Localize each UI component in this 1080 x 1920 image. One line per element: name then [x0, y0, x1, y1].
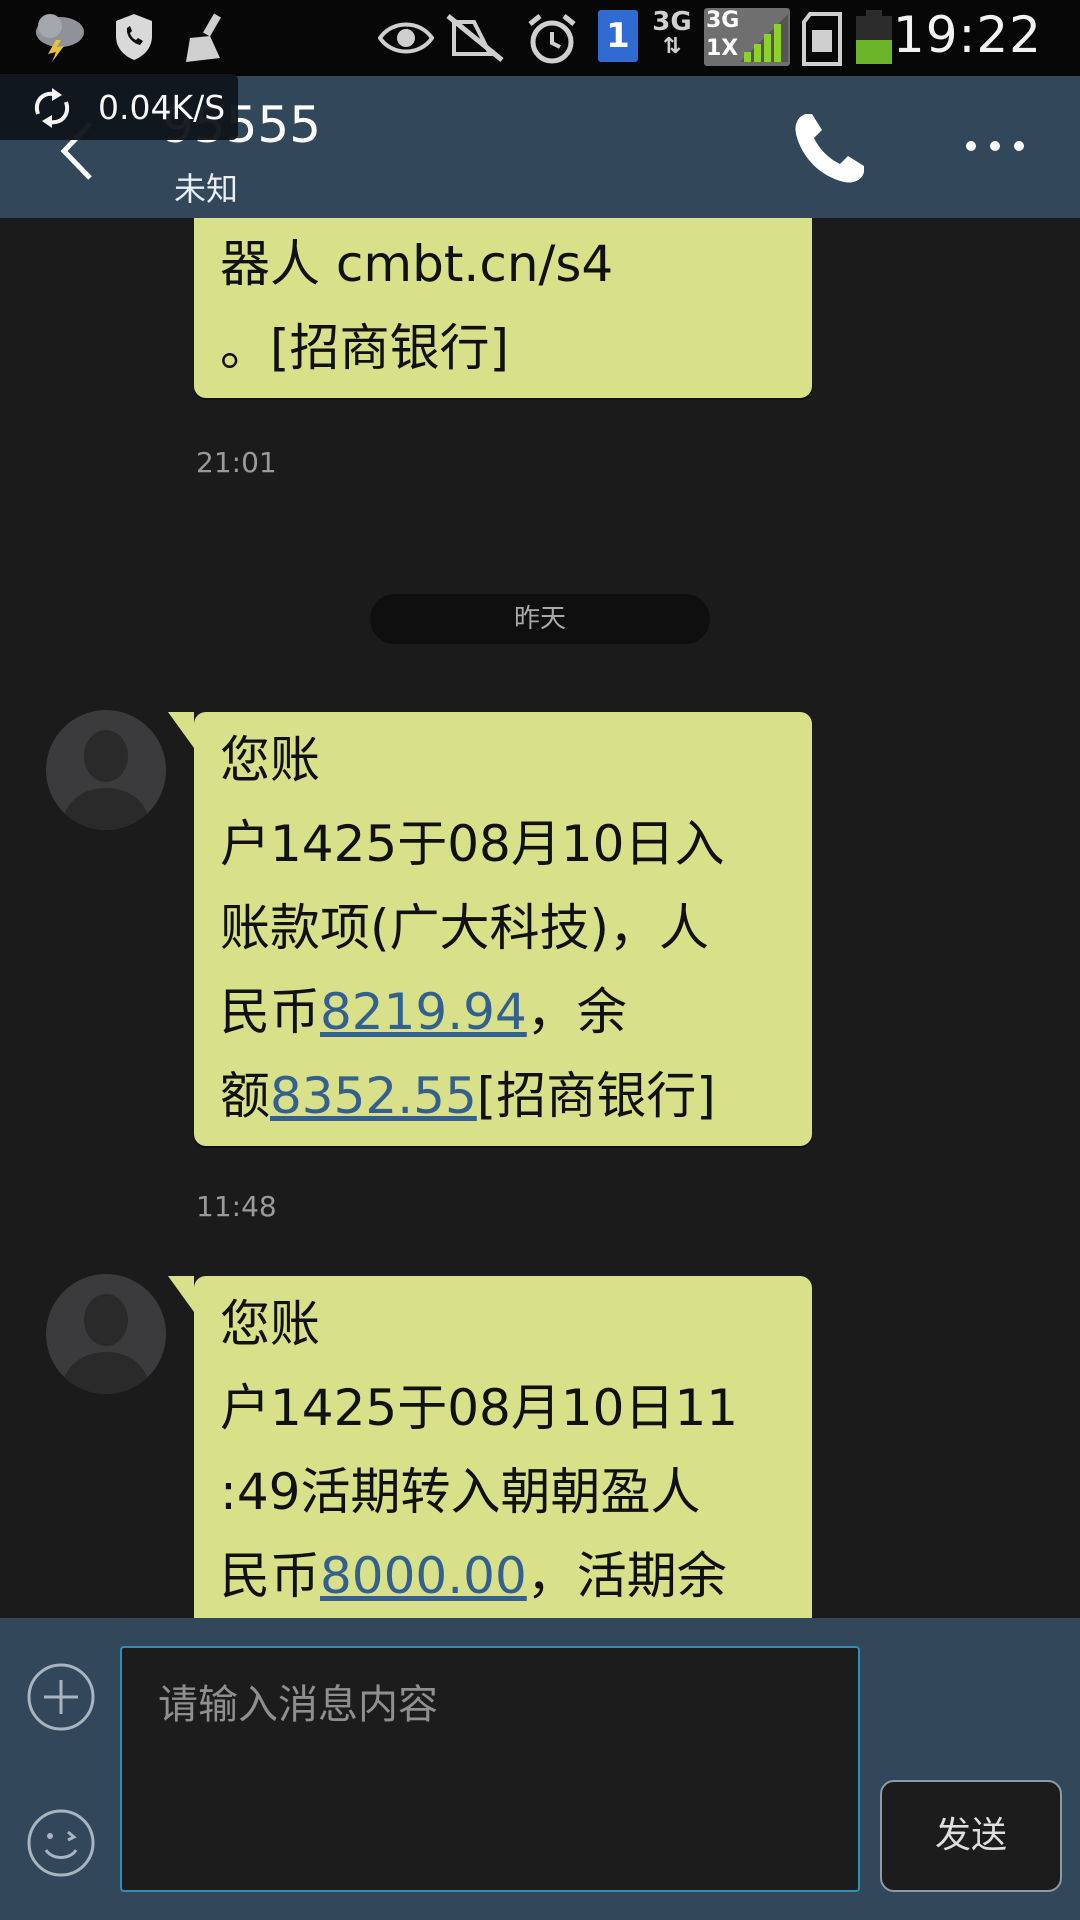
- message-line: 额8352.55[招商银行]: [220, 1054, 786, 1138]
- message-line: 器人 cmbt.cn/s4: [220, 235, 614, 293]
- composer-bar: 请输入消息内容 发送: [0, 1618, 1080, 1920]
- send-button[interactable]: 发送: [880, 1780, 1062, 1892]
- up-down-arrows-icon: ⇅: [662, 34, 682, 59]
- call-button[interactable]: [790, 108, 870, 188]
- status-bar: 1 3G ⇅ 3G 1X 19:22: [0, 0, 1080, 76]
- weather-storm-icon: [36, 14, 84, 62]
- sim-card-icon: 1: [598, 10, 638, 62]
- alarm-icon: [528, 14, 576, 64]
- signal-3g-label: 3G: [706, 8, 740, 33]
- eye-icon: [378, 22, 434, 54]
- message-line: 。[招商银行]: [220, 319, 510, 377]
- signal-bars-icon: [740, 14, 788, 62]
- message-bubble[interactable]: 器人 cmbt.cn/s4 。[招商银行]: [194, 218, 812, 398]
- battery-icon: [856, 10, 892, 64]
- cleaner-icon: [186, 13, 221, 62]
- mute-icon: [446, 14, 504, 62]
- text-segment: ，余: [526, 983, 627, 1041]
- person-icon: [60, 730, 152, 830]
- network-speed-overlay: 0.04K/S: [0, 74, 238, 140]
- transfer-arrows-icon: [35, 88, 69, 128]
- text-segment: [招商银行]: [476, 1067, 716, 1125]
- text-segment: 额: [220, 1067, 270, 1125]
- message-line: 您账: [220, 731, 320, 789]
- message-input[interactable]: 请输入消息内容: [120, 1646, 860, 1892]
- network-speed-value: 0.04K/S: [98, 88, 226, 127]
- message-bubble[interactable]: 您账 户1425于08月10日11 :49活期转入朝朝盈人 民币8000.00，…: [168, 1276, 812, 1618]
- bubble-tail: [168, 712, 194, 748]
- battery-level: [856, 40, 892, 64]
- message-time: 21:01: [196, 446, 277, 479]
- person-icon: [60, 1294, 152, 1394]
- text-segment: 民币: [220, 1547, 320, 1605]
- emoji-button[interactable]: [26, 1808, 96, 1878]
- avatar[interactable]: [46, 710, 166, 830]
- sd-card-icon: [802, 12, 842, 66]
- message-time: 11:48: [196, 1190, 277, 1223]
- text-segment: ，活期余: [526, 1547, 727, 1605]
- add-attachment-button[interactable]: [26, 1662, 96, 1732]
- signal-icon: 3G 1X: [704, 8, 790, 66]
- message-line: 户1425于08月10日入: [220, 815, 725, 873]
- message-bubble[interactable]: 您账 户1425于08月10日入 账款项(广大科技)，人 民币8219.94，余…: [168, 712, 812, 1146]
- network-3g-label: 3G: [652, 7, 692, 37]
- avatar[interactable]: [46, 1274, 166, 1394]
- more-options-button[interactable]: [960, 126, 1030, 166]
- bubble-tail: [168, 1276, 194, 1312]
- message-line: 户1425于08月10日11: [220, 1379, 739, 1437]
- data-arrows-icon: 3G ⇅: [652, 8, 692, 58]
- amount-link[interactable]: 8000.00: [320, 1547, 527, 1605]
- contact-status: 未知: [174, 170, 239, 208]
- amount-link[interactable]: 8352.55: [270, 1067, 477, 1125]
- shield-phone-icon: [116, 14, 152, 60]
- message-list[interactable]: 器人 cmbt.cn/s4 。[招商银行] 21:01 昨天 您账 户1425于…: [0, 218, 1080, 1618]
- message-line: 民币8000.00，活期余: [220, 1534, 786, 1618]
- amount-link[interactable]: 8219.94: [320, 983, 527, 1041]
- message-line: 账款项(广大科技)，人: [220, 899, 710, 957]
- message-line: 民币8219.94，余: [220, 970, 786, 1054]
- message-line: 您账: [220, 1295, 320, 1353]
- text-segment: 民币: [220, 983, 320, 1041]
- signal-1x-label: 1X: [706, 36, 739, 61]
- status-time: 19:22: [892, 6, 1042, 64]
- message-line: :49活期转入朝朝盈人: [220, 1463, 701, 1521]
- date-separator: 昨天: [370, 594, 710, 644]
